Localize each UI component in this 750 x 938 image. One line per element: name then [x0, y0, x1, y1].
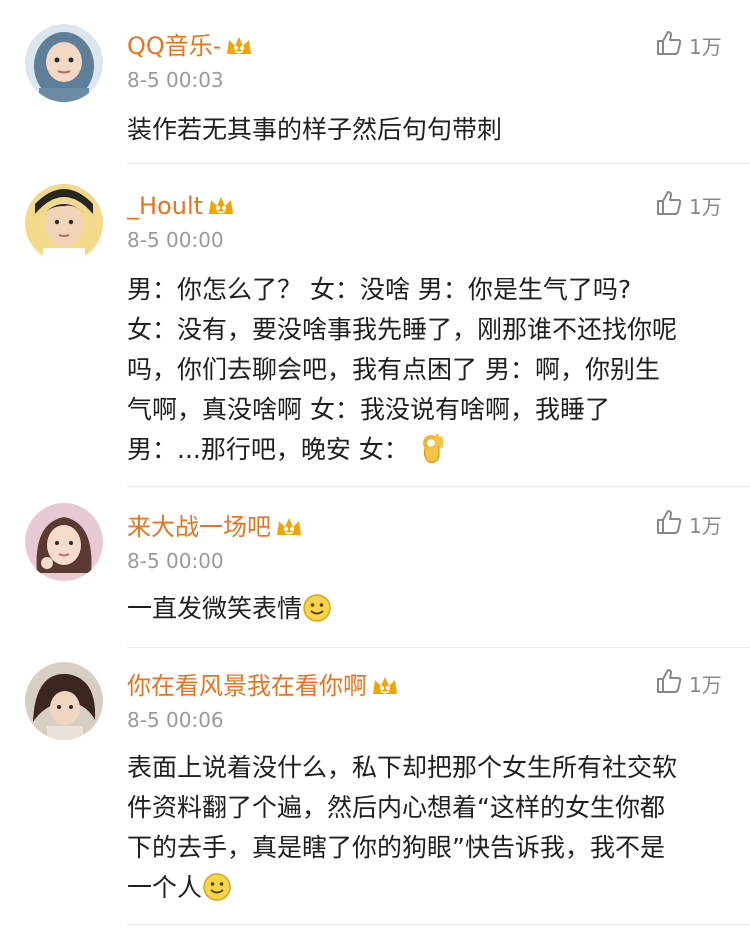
- comment-item: 来大战一场吧 8-5 00:00 1万 一直发微笑表情: [0, 487, 750, 648]
- avatar[interactable]: [25, 662, 103, 740]
- comment-line-last: 男：...那行吧，晚安 女：: [127, 430, 737, 476]
- like-count: 1万: [689, 194, 722, 219]
- comment-line: 一直发微笑表情: [127, 589, 737, 635]
- comment-line: 男：你怎么了？ 女：没啥 男：你是生气了吗?: [127, 275, 632, 304]
- like-button[interactable]: 1万: [655, 668, 722, 698]
- divider: [127, 924, 750, 925]
- comment-line: 一个人: [127, 868, 737, 914]
- thumbs-up-icon: [655, 29, 683, 61]
- username[interactable]: _Hoult: [127, 192, 235, 224]
- like-button[interactable]: 1万: [655, 509, 722, 539]
- comment-text: 装作若无其事的样子然后句句带刺: [127, 110, 737, 150]
- timestamp: 8-5 00:00: [127, 549, 224, 573]
- username[interactable]: 来大战一场吧: [127, 513, 303, 545]
- like-button[interactable]: 1万: [655, 30, 722, 60]
- comment-item: _Hoult 8-5 00:00 1万 男：你怎么了？ 女：没啥 男：你是生气了…: [0, 164, 750, 487]
- comment-line: 表面上说着没什么，私下却把那个女生所有社交软: [127, 753, 678, 782]
- like-count: 1万: [689, 34, 722, 59]
- avatar[interactable]: [25, 184, 103, 262]
- smile-emoji: [202, 872, 232, 914]
- like-count: 1万: [689, 513, 722, 538]
- timestamp: 8-5 00:00: [127, 228, 224, 252]
- comment-line: 女：没有，要没啥事我先睡了，刚那谁不还找你呢: [127, 315, 678, 344]
- ok-hand-emoji: [417, 432, 445, 476]
- comment-text: 男：你怎么了？ 女：没啥 男：你是生气了吗? 女：没有，要没啥事我先睡了，刚那谁…: [127, 270, 737, 476]
- timestamp: 8-5 00:03: [127, 68, 224, 92]
- vip-crown-badge-icon: [225, 34, 253, 64]
- comment-line: 件资料翻了个遍，然后内心想着“这样的女生你都: [127, 793, 665, 822]
- like-count: 1万: [689, 672, 722, 697]
- comment-line: 气啊，真没啥啊 女：我没说有啥啊，我睡了: [127, 395, 610, 424]
- comment-text: 表面上说着没什么，私下却把那个女生所有社交软 件资料翻了个遍，然后内心想着“这样…: [127, 748, 737, 914]
- vip-crown-badge-icon: [371, 674, 399, 704]
- thumbs-up-icon: [655, 189, 683, 221]
- comment-line: 吗，你们去聊会吧，我有点困了 男：啊，你别生: [127, 355, 660, 384]
- comment-text: 一直发微笑表情: [127, 589, 737, 635]
- avatar[interactable]: [25, 24, 103, 102]
- like-button[interactable]: 1万: [655, 190, 722, 220]
- comment-line: 装作若无其事的样子然后句句带刺: [127, 115, 503, 144]
- thumbs-up-icon: [655, 667, 683, 699]
- vip-crown-badge-icon: [207, 194, 235, 224]
- comment-list: QQ音乐- 8-5 00:03 1万 装作若无其事的样子然后句句带刺 _Houl…: [0, 0, 750, 938]
- username[interactable]: QQ音乐-: [127, 32, 253, 64]
- smile-emoji: [302, 593, 332, 635]
- comment-line: 下的去手，真是瞎了你的狗眼”快告诉我，我不是: [127, 833, 665, 862]
- username[interactable]: 你在看风景我在看你啊: [127, 672, 399, 704]
- vip-crown-badge-icon: [275, 515, 303, 545]
- timestamp: 8-5 00:06: [127, 708, 224, 732]
- comment-item: QQ音乐- 8-5 00:03 1万 装作若无其事的样子然后句句带刺: [0, 0, 750, 164]
- avatar[interactable]: [25, 503, 103, 581]
- comment-item: 你在看风景我在看你啊 8-5 00:06 1万 表面上说着没什么，私下却把那个女…: [0, 648, 750, 938]
- thumbs-up-icon: [655, 508, 683, 540]
